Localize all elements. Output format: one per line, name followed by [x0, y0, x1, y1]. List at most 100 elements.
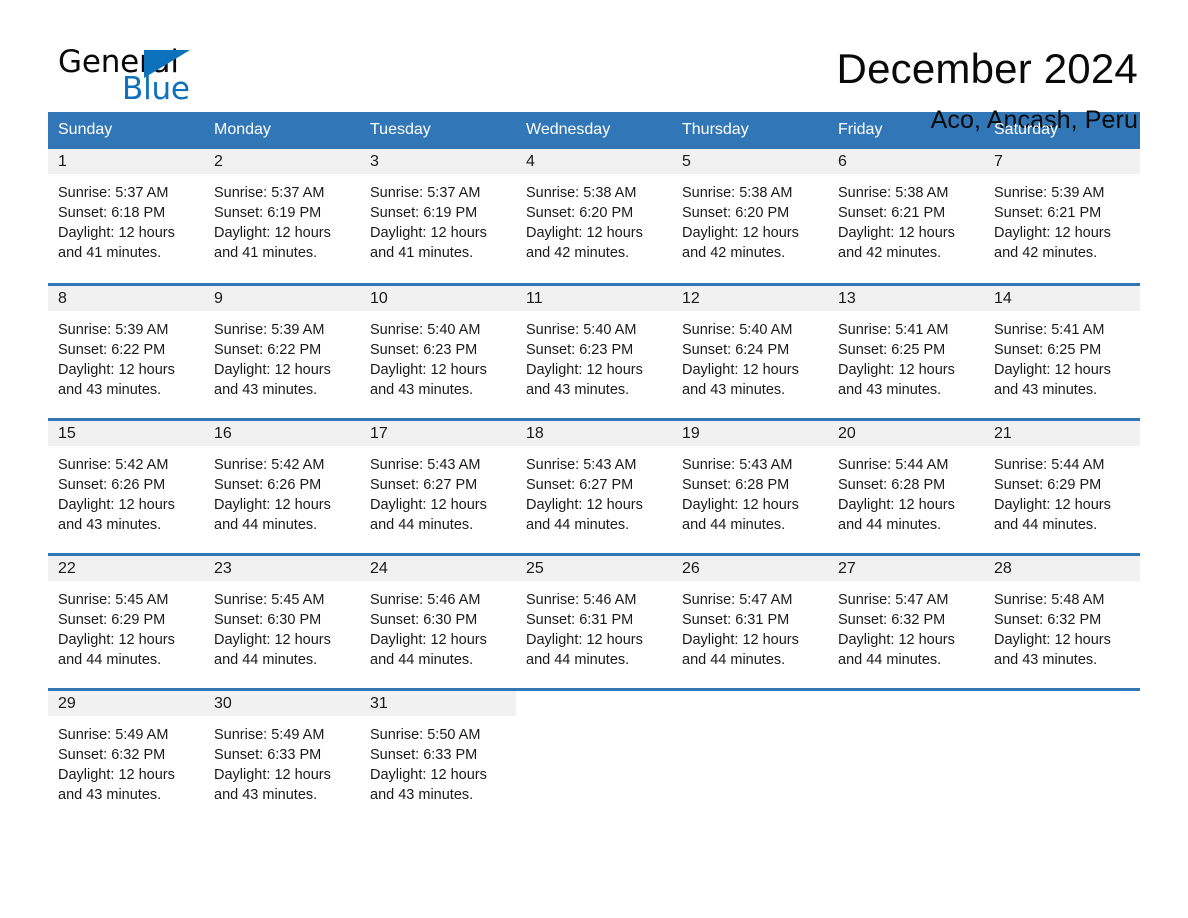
- sunrise-text: Sunrise: 5:40 AM: [370, 321, 481, 338]
- daylight-text-line1: Daylight: 12 hours: [994, 225, 1111, 241]
- daylight-text-line2: and 44 minutes.: [682, 651, 786, 668]
- day-number: 28: [984, 555, 1140, 581]
- daylight-text-line1: Daylight: 12 hours: [370, 361, 487, 378]
- sunrise-text: Sunrise: 5:48 AM: [994, 591, 1105, 608]
- sunrise-text: Sunrise: 5:42 AM: [214, 456, 325, 473]
- day-cell[interactable]: 16 Sunrise: 5:42 AM Sunset: 6:26 PM Dayl…: [204, 417, 360, 554]
- day-details: Sunrise: 5:43 AM Sunset: 6:27 PM Dayligh…: [516, 446, 672, 535]
- daylight-text-line2: and 43 minutes.: [214, 381, 318, 398]
- day-cell[interactable]: 13 Sunrise: 5:41 AM Sunset: 6:25 PM Dayl…: [828, 282, 984, 419]
- sunset-text: Sunset: 6:26 PM: [58, 476, 166, 493]
- daylight-text-line1: Daylight: 12 hours: [214, 225, 331, 241]
- day-cell[interactable]: 15 Sunrise: 5:42 AM Sunset: 6:26 PM Dayl…: [48, 417, 204, 554]
- daylight-text-line2: and 44 minutes.: [214, 651, 318, 668]
- day-cell[interactable]: 20 Sunrise: 5:44 AM Sunset: 6:28 PM Dayl…: [828, 417, 984, 554]
- day-cell[interactable]: 31 Sunrise: 5:50 AM Sunset: 6:33 PM Dayl…: [360, 687, 516, 824]
- day-number: 6: [828, 149, 984, 174]
- day-cell[interactable]: 12 Sunrise: 5:40 AM Sunset: 6:24 PM Dayl…: [672, 282, 828, 419]
- day-number: [828, 690, 984, 716]
- sunrise-text: Sunrise: 5:49 AM: [58, 726, 169, 743]
- day-cell[interactable]: 14 Sunrise: 5:41 AM Sunset: 6:25 PM Dayl…: [984, 282, 1140, 419]
- daylight-text-line1: Daylight: 12 hours: [994, 631, 1111, 648]
- day-cell[interactable]: 25 Sunrise: 5:46 AM Sunset: 6:31 PM Dayl…: [516, 552, 672, 689]
- daylight-text-line2: and 43 minutes.: [370, 381, 474, 398]
- day-cell[interactable]: 3 Sunrise: 5:37 AM Sunset: 6:19 PM Dayli…: [360, 149, 516, 284]
- sunset-text: Sunset: 6:29 PM: [58, 611, 166, 628]
- daylight-text-line1: Daylight: 12 hours: [526, 361, 643, 378]
- calendar-week-row: 29 Sunrise: 5:49 AM Sunset: 6:32 PM Dayl…: [48, 687, 1140, 824]
- day-number: 22: [48, 555, 204, 581]
- day-cell[interactable]: 24 Sunrise: 5:46 AM Sunset: 6:30 PM Dayl…: [360, 552, 516, 689]
- day-cell[interactable]: 19 Sunrise: 5:43 AM Sunset: 6:28 PM Dayl…: [672, 417, 828, 554]
- day-details: Sunrise: 5:44 AM Sunset: 6:28 PM Dayligh…: [828, 446, 984, 535]
- daylight-text-line2: and 44 minutes.: [994, 516, 1098, 533]
- day-number: 4: [516, 149, 672, 174]
- sunset-text: Sunset: 6:28 PM: [682, 476, 790, 493]
- day-cell[interactable]: 22 Sunrise: 5:45 AM Sunset: 6:29 PM Dayl…: [48, 552, 204, 689]
- daylight-text-line2: and 41 minutes.: [58, 245, 162, 261]
- sunrise-text: Sunrise: 5:45 AM: [214, 591, 325, 608]
- sunset-text: Sunset: 6:23 PM: [370, 341, 478, 358]
- day-cell[interactable]: 7 Sunrise: 5:39 AM Sunset: 6:21 PM Dayli…: [984, 149, 1140, 284]
- day-details: Sunrise: 5:39 AM Sunset: 6:21 PM Dayligh…: [984, 174, 1140, 263]
- day-cell[interactable]: 26 Sunrise: 5:47 AM Sunset: 6:31 PM Dayl…: [672, 552, 828, 689]
- sunset-text: Sunset: 6:31 PM: [526, 611, 634, 628]
- day-details: Sunrise: 5:38 AM Sunset: 6:20 PM Dayligh…: [516, 174, 672, 263]
- sunrise-text: Sunrise: 5:45 AM: [58, 591, 169, 608]
- empty-day-cell: [828, 687, 984, 824]
- day-number: 15: [48, 420, 204, 446]
- daylight-text-line1: Daylight: 12 hours: [838, 225, 955, 241]
- day-cell[interactable]: 11 Sunrise: 5:40 AM Sunset: 6:23 PM Dayl…: [516, 282, 672, 419]
- sunset-text: Sunset: 6:20 PM: [526, 205, 634, 221]
- day-cell[interactable]: 6 Sunrise: 5:38 AM Sunset: 6:21 PM Dayli…: [828, 149, 984, 284]
- day-cell[interactable]: 18 Sunrise: 5:43 AM Sunset: 6:27 PM Dayl…: [516, 417, 672, 554]
- day-cell[interactable]: 2 Sunrise: 5:37 AM Sunset: 6:19 PM Dayli…: [204, 149, 360, 284]
- day-details: Sunrise: 5:37 AM Sunset: 6:19 PM Dayligh…: [204, 174, 360, 263]
- day-number: 8: [48, 285, 204, 311]
- day-details: Sunrise: 5:49 AM Sunset: 6:32 PM Dayligh…: [48, 716, 204, 805]
- sunset-text: Sunset: 6:20 PM: [682, 205, 790, 221]
- day-number: 26: [672, 555, 828, 581]
- day-number: [516, 690, 672, 716]
- daylight-text-line2: and 42 minutes.: [994, 245, 1098, 261]
- day-number: 11: [516, 285, 672, 311]
- brand-logo[interactable]: General Blue: [48, 44, 208, 114]
- daylight-text-line1: Daylight: 12 hours: [682, 496, 799, 513]
- day-cell[interactable]: 9 Sunrise: 5:39 AM Sunset: 6:22 PM Dayli…: [204, 282, 360, 419]
- daylight-text-line1: Daylight: 12 hours: [838, 631, 955, 648]
- day-details: Sunrise: 5:37 AM Sunset: 6:18 PM Dayligh…: [48, 174, 204, 263]
- sunrise-sunset-calendar: Sunday Monday Tuesday Wednesday Thursday…: [48, 112, 1140, 824]
- weekday-header-wednesday: Wednesday: [516, 112, 672, 149]
- sunrise-text: Sunrise: 5:43 AM: [526, 456, 637, 473]
- day-details: Sunrise: 5:40 AM Sunset: 6:23 PM Dayligh…: [360, 311, 516, 400]
- calendar-page: General Blue December 2024 Aco, Ancash, …: [0, 0, 1188, 918]
- daylight-text-line1: Daylight: 12 hours: [838, 361, 955, 378]
- day-cell[interactable]: 1 Sunrise: 5:37 AM Sunset: 6:18 PM Dayli…: [48, 149, 204, 284]
- day-cell[interactable]: 10 Sunrise: 5:40 AM Sunset: 6:23 PM Dayl…: [360, 282, 516, 419]
- day-cell[interactable]: 5 Sunrise: 5:38 AM Sunset: 6:20 PM Dayli…: [672, 149, 828, 284]
- day-details: Sunrise: 5:37 AM Sunset: 6:19 PM Dayligh…: [360, 174, 516, 263]
- day-cell[interactable]: 4 Sunrise: 5:38 AM Sunset: 6:20 PM Dayli…: [516, 149, 672, 284]
- sunrise-text: Sunrise: 5:38 AM: [682, 185, 793, 201]
- day-cell[interactable]: 27 Sunrise: 5:47 AM Sunset: 6:32 PM Dayl…: [828, 552, 984, 689]
- daylight-text-line2: and 44 minutes.: [838, 651, 942, 668]
- empty-day-cell: [672, 687, 828, 824]
- day-cell[interactable]: 8 Sunrise: 5:39 AM Sunset: 6:22 PM Dayli…: [48, 282, 204, 419]
- day-number: 2: [204, 149, 360, 174]
- sunrise-text: Sunrise: 5:42 AM: [58, 456, 169, 473]
- day-cell[interactable]: 28 Sunrise: 5:48 AM Sunset: 6:32 PM Dayl…: [984, 552, 1140, 689]
- day-number: 5: [672, 149, 828, 174]
- sunset-text: Sunset: 6:21 PM: [994, 205, 1102, 221]
- day-cell[interactable]: 21 Sunrise: 5:44 AM Sunset: 6:29 PM Dayl…: [984, 417, 1140, 554]
- day-cell[interactable]: 30 Sunrise: 5:49 AM Sunset: 6:33 PM Dayl…: [204, 687, 360, 824]
- day-number: 3: [360, 149, 516, 174]
- calendar-week-row: 8 Sunrise: 5:39 AM Sunset: 6:22 PM Dayli…: [48, 282, 1140, 419]
- day-cell[interactable]: 23 Sunrise: 5:45 AM Sunset: 6:30 PM Dayl…: [204, 552, 360, 689]
- day-cell[interactable]: 17 Sunrise: 5:43 AM Sunset: 6:27 PM Dayl…: [360, 417, 516, 554]
- day-cell[interactable]: 29 Sunrise: 5:49 AM Sunset: 6:32 PM Dayl…: [48, 687, 204, 824]
- day-number: 1: [48, 149, 204, 174]
- sunset-text: Sunset: 6:25 PM: [994, 341, 1102, 358]
- brand-name-blue: Blue: [122, 71, 190, 107]
- sunset-text: Sunset: 6:21 PM: [838, 205, 946, 221]
- sunrise-text: Sunrise: 5:49 AM: [214, 726, 325, 743]
